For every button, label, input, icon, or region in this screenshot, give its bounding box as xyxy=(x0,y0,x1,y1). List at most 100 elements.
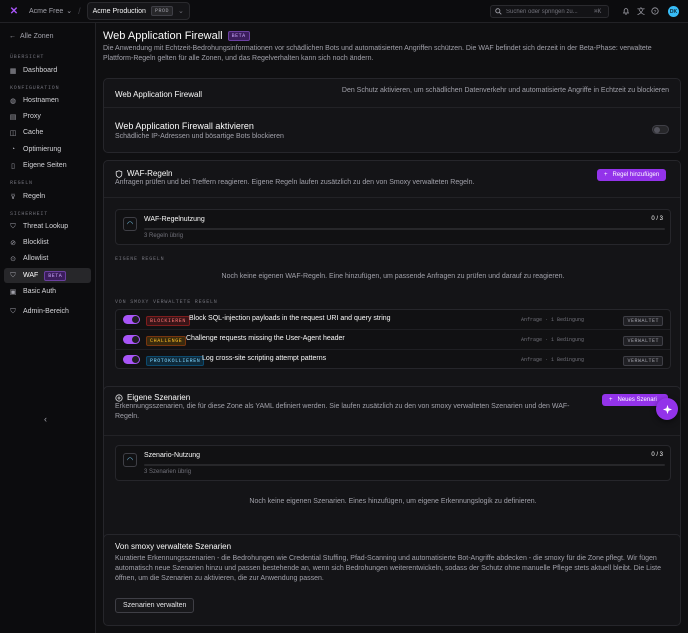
plus-icon: + xyxy=(604,172,608,178)
managed-rule-row: PROTOKOLLIEREN Log cross-site scripting … xyxy=(116,350,670,370)
help-icon[interactable]: ? xyxy=(650,6,660,16)
sidebar-item-label: WAF xyxy=(23,272,39,279)
globe-icon: ◍ xyxy=(9,97,17,105)
card-title: Web Application Firewall xyxy=(115,90,203,99)
sidebar-item-basic-auth[interactable]: ▣ Basic Auth xyxy=(4,284,91,299)
card-title: Von smoxy verwaltete Szenarien xyxy=(115,542,232,551)
search-box[interactable]: ⌘K xyxy=(490,5,609,18)
sidebar: ← Alle Zonen ÜBERSICHT ▦ Dashboard KONFIG… xyxy=(0,23,96,633)
rule-meta: Anfrage · 1 Bedingung xyxy=(520,337,584,343)
scenario-usage-panel: ◠ Szenario-Nutzung 0 / 3 3 Szenarien übr… xyxy=(115,445,671,481)
beta-badge: BETA xyxy=(44,270,67,281)
lock-icon: ▣ xyxy=(9,288,17,296)
managed-rules-list: BLOCKIEREN Block SQL-injection payloads … xyxy=(115,309,671,369)
managed-rule-row: CHALLENGE Challenge requests missing the… xyxy=(116,330,670,350)
rule-name: Block SQL-injection payloads in the requ… xyxy=(189,315,391,322)
sidebar-item-proxy[interactable]: ▤ Proxy xyxy=(4,109,91,124)
team-name: Acme Free xyxy=(29,7,64,15)
usage-remaining: 3 Szenarien übrig xyxy=(144,469,192,475)
waf-enable-toggle[interactable] xyxy=(652,125,669,134)
chevron-left-icon[interactable]: ‹ xyxy=(44,414,47,424)
card-subtitle: Erkennungsszenarien, die für diese Zone … xyxy=(115,403,570,420)
sidebar-item-eigene-seiten[interactable]: ▯ Eigene Seiten xyxy=(4,158,91,173)
filter-icon: ⊽ xyxy=(10,193,16,201)
project-switcher[interactable]: Acme Production PROD ⌄ xyxy=(86,2,190,20)
usage-progress-bar xyxy=(144,228,665,230)
rule-toggle[interactable] xyxy=(123,335,140,344)
scenarios-card: Eigene Szenarien Erkennungsszenarien, di… xyxy=(103,386,681,548)
toggle-subtitle: Schädliche IP-Adressen und bösartige Bot… xyxy=(115,133,284,140)
translate-icon[interactable]: 文 xyxy=(636,6,646,16)
gauge-icon: ◠ xyxy=(123,453,137,467)
sidebar-item-cache[interactable]: ◫ Cache xyxy=(4,125,91,140)
back-label: Alle Zonen xyxy=(20,33,54,40)
sidebar-item-threat-lookup[interactable]: ⛉ Threat Lookup xyxy=(4,219,91,234)
managed-badge: VERWALTET xyxy=(623,356,663,366)
section-header-rules: REGELN xyxy=(10,180,33,186)
sidebar-item-label: Optimierung xyxy=(23,146,62,153)
manage-scenarios-button[interactable]: Szenarien verwalten xyxy=(115,598,195,613)
usage-count: 0 / 3 xyxy=(651,216,663,222)
sidebar-item-label: Allowlist xyxy=(23,255,49,262)
rule-toggle[interactable] xyxy=(123,315,140,324)
managed-rule-row: BLOCKIEREN Block SQL-injection payloads … xyxy=(116,310,670,330)
server-icon: ▤ xyxy=(9,113,17,121)
action-badge: PROTOKOLLIEREN xyxy=(146,356,205,366)
env-badge: PROD xyxy=(150,6,173,16)
page-title-text: Web Application Firewall xyxy=(103,30,223,42)
bell-icon[interactable] xyxy=(621,6,631,16)
sidebar-item-blocklist[interactable]: ⊘ Blocklist xyxy=(4,235,91,250)
ban-icon: ⊘ xyxy=(10,239,16,247)
rule-meta: Anfrage · 1 Bedingung xyxy=(520,357,584,363)
chevron-down-icon: ⌄ xyxy=(66,8,73,15)
back-to-zones-link[interactable]: ← Alle Zonen xyxy=(9,33,53,40)
sidebar-item-label: Regeln xyxy=(23,193,46,200)
sidebar-item-label: Threat Lookup xyxy=(23,223,69,230)
sidebar-item-regeln[interactable]: ⊽ Regeln xyxy=(4,189,91,204)
project-name: Acme Production xyxy=(92,7,146,15)
rule-toggle[interactable] xyxy=(123,355,140,364)
top-bar: ✕ Acme Free ⌄ / Acme Production PROD ⌄ ⌘… xyxy=(0,0,688,23)
avatar[interactable]: DK xyxy=(668,6,679,17)
scenarios-empty: Noch keine eigenen Szenarien. Eines hinz… xyxy=(249,498,537,505)
search-icon xyxy=(495,8,502,15)
rule-usage-panel: ◠ WAF-Regelnutzung 0 / 3 3 Regeln übrig xyxy=(115,209,671,245)
sidebar-item-admin[interactable]: ⛉ Admin-Bereich xyxy=(4,304,91,319)
sidebar-item-allowlist[interactable]: ⊙ Allowlist xyxy=(4,251,91,266)
sidebar-item-waf[interactable]: ⛉ WAF BETA xyxy=(4,268,91,283)
usage-title: WAF-Regelnutzung xyxy=(144,216,205,223)
sidebar-item-hostnames[interactable]: ◍ Hostnamen xyxy=(4,93,91,108)
card-title: Eigene Szenarien xyxy=(127,393,191,402)
logo-icon[interactable]: ✕ xyxy=(8,5,20,17)
main-content: Web Application Firewall BETA Die Anwendu… xyxy=(96,23,688,633)
add-rule-button[interactable]: + Regel hinzufügen xyxy=(597,169,667,181)
waf-toggle-card: Web Application Firewall Den Schutz akti… xyxy=(103,78,681,153)
rule-name: Log cross-site scripting attempt pattern… xyxy=(202,355,327,362)
managed-scenarios-card: Von smoxy verwaltete Szenarien Kuratiert… xyxy=(103,534,681,626)
sidebar-item-label: Basic Auth xyxy=(23,288,57,295)
sidebar-item-dashboard[interactable]: ▦ Dashboard xyxy=(4,63,91,78)
usage-remaining: 3 Regeln übrig xyxy=(144,233,184,239)
rule-meta: Anfrage · 1 Bedingung xyxy=(520,317,584,323)
managed-badge: VERWALTET xyxy=(623,316,663,326)
sidebar-item-label: Blocklist xyxy=(23,239,49,246)
team-switcher[interactable]: Acme Free ⌄ xyxy=(29,7,73,16)
section-header-security: SICHERHEIT xyxy=(10,211,49,217)
shield-icon: ⛉ xyxy=(10,271,16,279)
card-header: WAF-Regeln xyxy=(115,169,173,178)
chevron-down-icon: ⌄ xyxy=(177,8,184,15)
search-input[interactable] xyxy=(506,8,590,15)
card-title: WAF-Regeln xyxy=(127,169,173,178)
waf-rules-card: WAF-Regeln Anfragen prüfen und bei Treff… xyxy=(103,160,681,400)
gauge-icon: ◠ xyxy=(123,217,137,231)
sidebar-item-optimierung[interactable]: ◔ Optimierung xyxy=(4,142,91,157)
plus-icon: + xyxy=(609,397,613,403)
usage-progress-bar xyxy=(144,464,665,466)
card-text: Kuratierte Erkennungsszenarien - die Bed… xyxy=(115,555,661,582)
file-icon: ▯ xyxy=(11,162,15,170)
grid-icon: ▦ xyxy=(9,67,17,75)
card-hint: Den Schutz aktivieren, um schädlichen Da… xyxy=(341,87,669,94)
database-icon: ◫ xyxy=(9,129,17,137)
beta-badge: BETA xyxy=(227,31,250,41)
sparkle-icon[interactable] xyxy=(656,398,678,420)
